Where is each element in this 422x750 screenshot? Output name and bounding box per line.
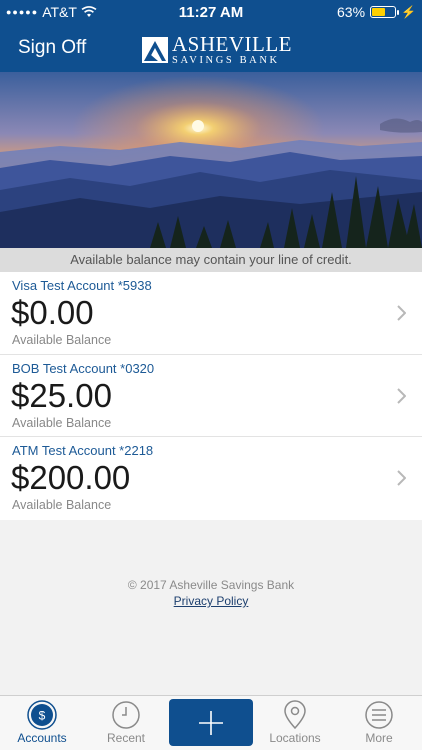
tab-label: Accounts [17,731,67,745]
copyright-text: © 2017 Asheville Savings Bank [127,578,295,592]
battery-icon [370,6,400,18]
sign-off-button[interactable]: Sign Off [18,37,86,59]
account-name: BOB Test Account *0320 [12,360,155,376]
balance-label: Available Balance [12,415,112,430]
logo-text: ASHEVILLE SAVINGS BANK [172,34,292,67]
account-balance: $0.00 [11,294,94,331]
svg-text:$: $ [39,709,46,723]
logo-line-1: ASHEVILLE [172,32,292,56]
status-right: 63% ⚡ [337,4,416,20]
chevron-right-icon [397,387,406,404]
add-action-button[interactable] [169,699,253,746]
tab-accounts[interactable]: $ Accounts [0,696,84,750]
menu-icon [365,701,393,729]
logo-line-2: SAVINGS BANK [172,55,280,66]
accounts-dollar-icon: $ [27,700,57,730]
app-header: ●●●●● AT&T 11:27 AM 63% ⚡ Sign Off ASHEV… [0,0,422,72]
chevron-right-icon [397,470,406,486]
charging-bolt-icon: ⚡ [401,5,416,19]
account-row-atm[interactable]: ATM Test Account *2218 $200.00 Available… [0,437,422,520]
bank-logo: ASHEVILLE SAVINGS BANK [142,34,292,67]
tab-bar: $ Accounts Recent Locations More [0,695,422,750]
account-row-bob[interactable]: BOB Test Account *0320 $25.00 Available … [0,355,422,437]
status-bar: ●●●●● AT&T 11:27 AM 63% ⚡ [0,0,422,24]
battery-percent: 63% [337,4,366,20]
clock-icon [112,701,140,729]
chevron-right-icon [397,305,406,321]
account-balance: $25.00 [11,376,112,414]
account-name: ATM Test Account *2218 [12,443,154,458]
balance-notice: Available balance may contain your line … [0,248,422,272]
tab-label: More [365,731,393,745]
tab-label: Locations [269,731,321,745]
footer: © 2017 Asheville Savings Bank Privacy Po… [0,578,422,608]
tab-label: Recent [106,731,146,745]
balance-label: Available Balance [12,498,112,512]
tab-locations[interactable]: Locations [253,696,337,750]
tab-recent[interactable]: Recent [84,696,168,750]
plus-icon [199,711,223,735]
account-list: Visa Test Account *5938 $0.00 Available … [0,272,422,520]
hero-sunset-image [0,72,422,248]
balance-label: Available Balance [12,333,112,347]
map-pin-icon [284,700,306,730]
account-row-visa[interactable]: Visa Test Account *5938 $0.00 Available … [0,272,422,355]
account-balance: $200.00 [11,459,131,496]
tab-more[interactable]: More [337,696,421,750]
privacy-policy-link[interactable]: Privacy Policy [174,594,249,608]
account-name: Visa Test Account *5938 [12,278,152,293]
logo-mark-icon [142,37,168,64]
